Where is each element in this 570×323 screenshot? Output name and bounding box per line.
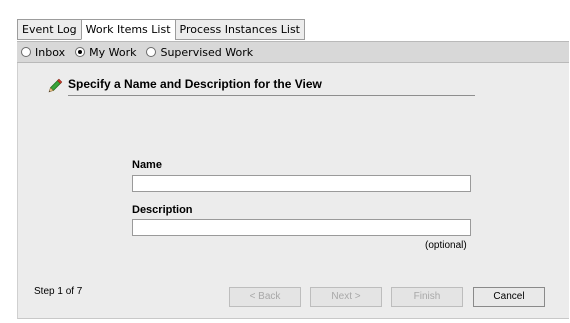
pencil-icon	[48, 78, 63, 93]
radio-label-my-work: My Work	[89, 45, 137, 59]
next-button[interactable]: Next >	[310, 287, 382, 307]
optional-hint: (optional)	[425, 240, 467, 251]
radio-option-inbox[interactable]: Inbox	[21, 46, 65, 59]
wizard-heading: Specify a Name and Description for the V…	[68, 76, 475, 96]
name-field[interactable]	[132, 175, 471, 192]
radio-option-supervised-work[interactable]: Supervised Work	[146, 46, 253, 59]
finish-button[interactable]: Finish	[391, 287, 463, 307]
tab-process-instances-list[interactable]: Process Instances List	[174, 19, 305, 40]
description-field[interactable]	[132, 219, 471, 236]
radio-label-supervised-work: Supervised Work	[160, 45, 254, 59]
step-indicator: Step 1 of 7	[34, 286, 83, 297]
tab-event-log[interactable]: Event Log	[17, 19, 81, 40]
cancel-button[interactable]: Cancel	[473, 287, 545, 307]
back-button[interactable]: < Back	[229, 287, 301, 307]
view-scope-radio-bar: Inbox My Work Supervised Work	[17, 41, 569, 63]
radio-label-inbox: Inbox	[35, 45, 66, 59]
wizard-panel: Specify a Name and Description for the V…	[17, 63, 569, 319]
view-tabs: Event Log Work Items List Process Instan…	[17, 19, 305, 41]
radio-button-my-work[interactable]	[75, 47, 86, 57]
description-label: Description	[132, 204, 193, 216]
tab-work-items-list[interactable]: Work Items List	[80, 19, 175, 40]
radio-button-inbox[interactable]	[21, 47, 31, 57]
radio-button-supervised-work[interactable]	[146, 47, 157, 57]
radio-option-my-work[interactable]: My Work	[75, 46, 136, 59]
name-label: Name	[132, 159, 162, 171]
